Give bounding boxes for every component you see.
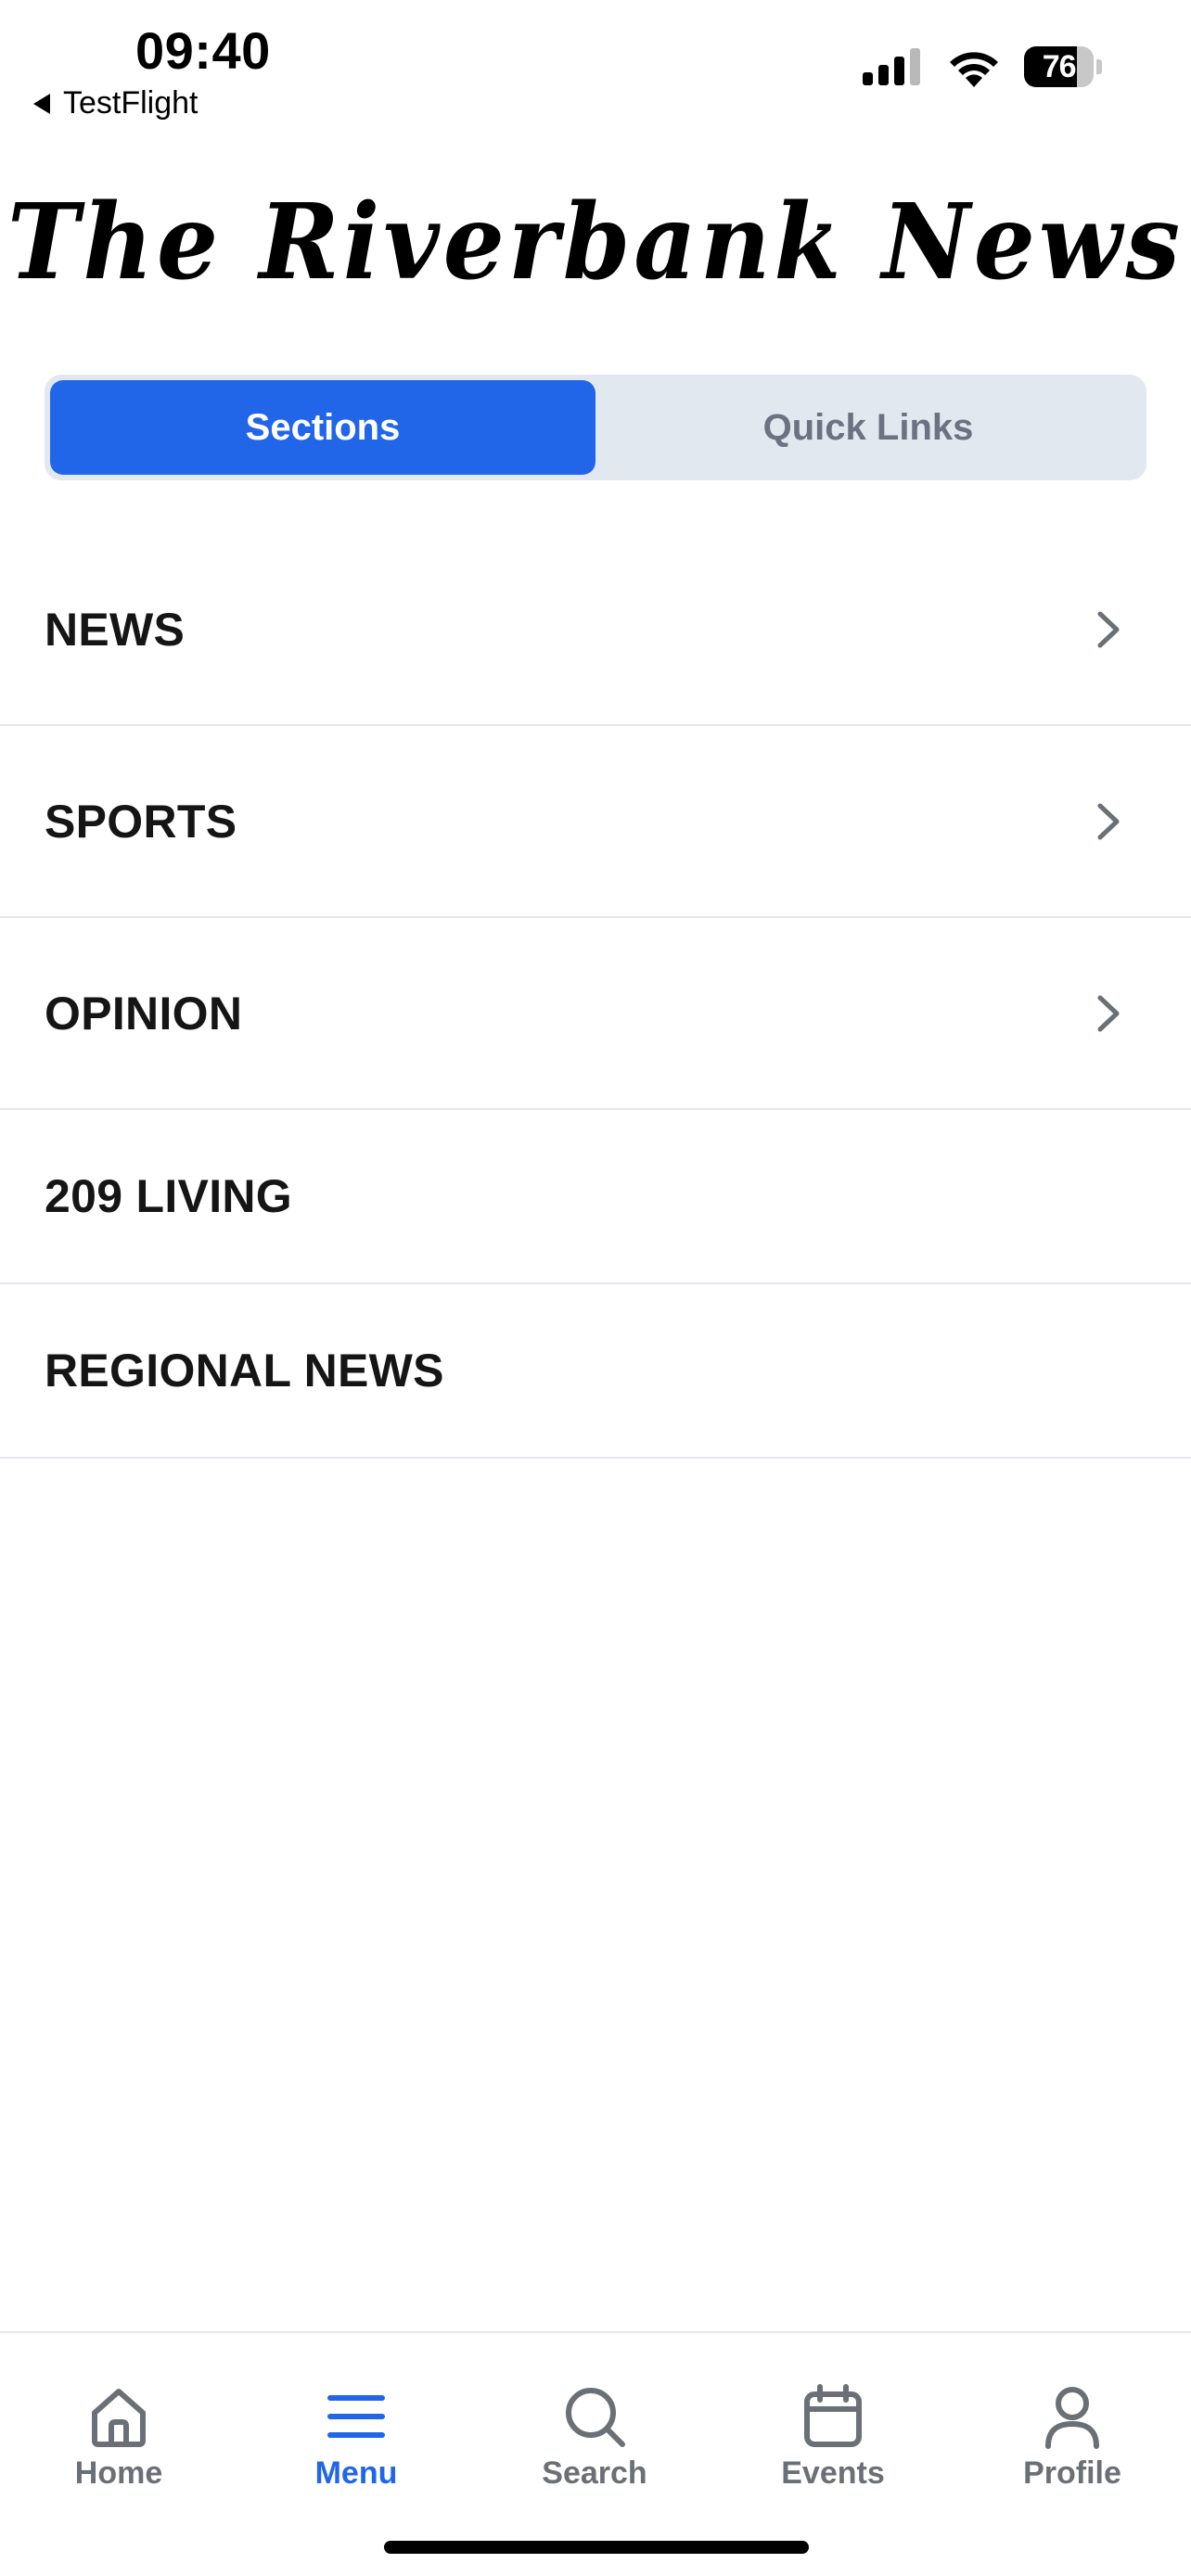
cellular-signal-icon (863, 48, 920, 85)
section-row-regional-news[interactable]: REGIONAL NEWS (0, 1284, 1191, 1459)
section-label: 209 LIVING (45, 1170, 292, 1222)
battery-indicator: 76 (1024, 46, 1102, 87)
section-label: NEWS (45, 603, 186, 656)
section-row-opinion[interactable]: OPINION (0, 918, 1191, 1110)
status-time: 09:40 (135, 21, 271, 80)
back-to-app-link[interactable]: TestFlight (33, 85, 198, 121)
back-arrow-icon (33, 93, 50, 114)
status-indicators: 76 (863, 46, 1102, 87)
tab-home[interactable]: Home (0, 2333, 237, 2519)
section-label: OPINION (45, 987, 243, 1039)
home-icon (92, 2389, 146, 2447)
calendar-icon (804, 2384, 862, 2447)
section-row-news[interactable]: NEWS (0, 534, 1191, 726)
segment-quick-links[interactable]: Quick Links (596, 380, 1141, 475)
home-indicator (384, 2541, 809, 2554)
tab-menu[interactable]: Menu (237, 2333, 475, 2519)
chevron-right-icon (1097, 803, 1120, 839)
section-label: REGIONAL NEWS (45, 1345, 444, 1396)
tab-search[interactable]: Search (476, 2333, 713, 2519)
menu-icon (327, 2395, 385, 2438)
tab-bar: Home Menu Search Events Profile (0, 2331, 1191, 2576)
segment-sections[interactable]: Sections (50, 380, 596, 475)
wifi-icon (950, 52, 998, 87)
section-row-209-living[interactable]: 209 LIVING (0, 1110, 1191, 1284)
tab-label: Menu (314, 2455, 398, 2491)
tab-label: Home (74, 2455, 163, 2491)
section-label: SPORTS (45, 795, 237, 848)
screen: 09:40 TestFlight 76 The Riverbank News S… (0, 0, 1191, 2576)
masthead-title: The Riverbank News (7, 179, 1184, 303)
masthead-logo: The Riverbank News (0, 176, 1191, 306)
section-row-sports[interactable]: SPORTS (0, 726, 1191, 918)
battery-level: 76 (1042, 48, 1077, 84)
tab-label: Search (542, 2455, 647, 2491)
tab-label: Profile (1023, 2455, 1121, 2491)
tab-events[interactable]: Events (714, 2333, 952, 2519)
back-app-label: TestFlight (63, 85, 198, 121)
search-icon (566, 2388, 625, 2447)
chevron-right-icon (1097, 611, 1120, 647)
segmented-control: Sections Quick Links (45, 375, 1146, 480)
profile-icon (1045, 2387, 1099, 2449)
section-list: NEWS SPORTS OPINION 209 LIVING REGIONAL … (0, 534, 1191, 1459)
chevron-right-icon (1097, 995, 1120, 1031)
tab-profile[interactable]: Profile (954, 2333, 1191, 2519)
tab-label: Events (781, 2455, 885, 2491)
